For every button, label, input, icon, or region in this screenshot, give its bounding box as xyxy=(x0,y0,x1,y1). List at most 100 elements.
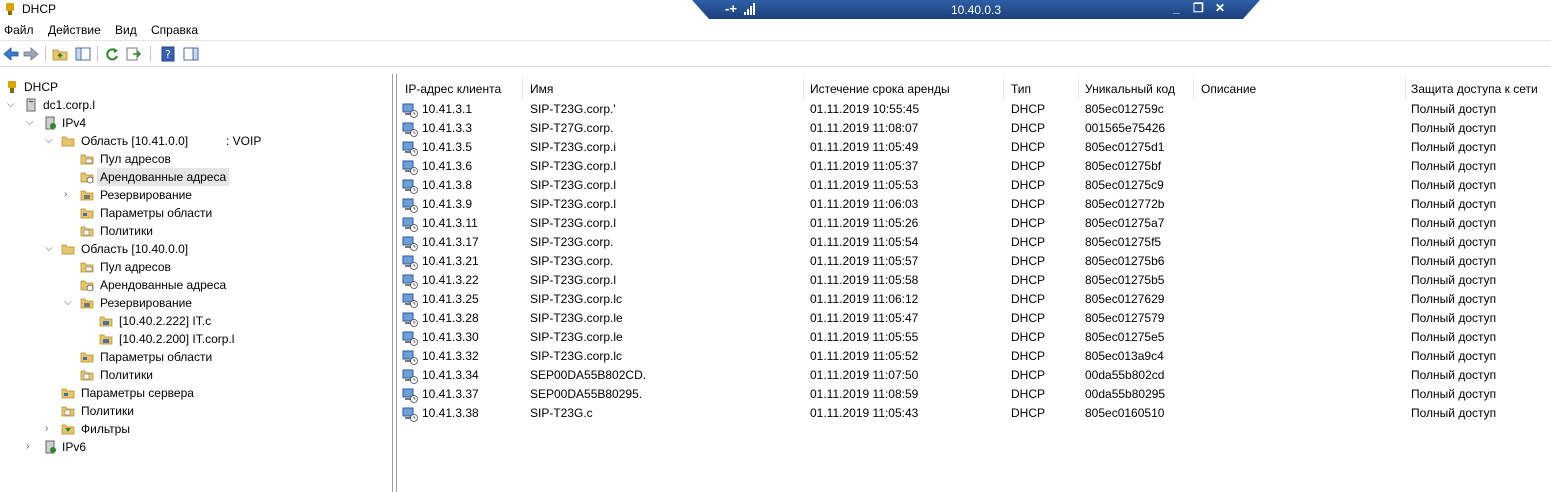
table-row[interactable]: 10.41.3.5 SIP-T23G.corp.i 01.11.2019 11:05… xyxy=(397,138,1551,157)
cell-type: DHCP xyxy=(1011,197,1046,211)
column-separator[interactable] xyxy=(803,78,804,100)
table-row[interactable]: 10.41.3.37 SEP00DA55B80295. 01.11.2019 11:… xyxy=(397,385,1551,404)
cell-ip: 10.41.3.25 xyxy=(422,292,479,306)
policies-icon xyxy=(61,406,75,417)
table-row[interactable]: 10.41.3.22 SIP-T23G.corp.l 01.11.2019 11:0… xyxy=(397,271,1551,290)
lease-computer-icon xyxy=(402,350,418,365)
console-tree-icon[interactable] xyxy=(74,45,92,63)
cell-ip: 10.41.3.3 xyxy=(422,121,473,135)
refresh-icon[interactable] xyxy=(103,45,121,63)
column-separator[interactable] xyxy=(1405,78,1406,100)
column-header-ip[interactable]: IP-адрес клиента xyxy=(405,80,501,98)
table-row[interactable]: 10.41.3.6 SIP-T23G.corp.l 01.11.2019 11:05… xyxy=(397,157,1551,176)
chevron-down-icon[interactable]: ⌵ xyxy=(45,240,55,258)
tree-label: Параметры области xyxy=(100,206,213,220)
cell-ip: 10.41.3.8 xyxy=(422,178,473,192)
lease-computer-icon xyxy=(402,217,418,232)
cell-uid: 805ec01275b5 xyxy=(1085,273,1165,287)
policies-icon xyxy=(80,226,94,237)
menu-help[interactable]: Справка xyxy=(151,23,198,37)
chevron-right-icon[interactable]: › xyxy=(64,186,74,204)
rdp-restore-button[interactable]: ❐ xyxy=(1193,1,1204,15)
lease-computer-icon xyxy=(402,388,418,403)
menu-view[interactable]: Вид xyxy=(115,23,137,37)
column-header-type[interactable]: Тип xyxy=(1011,80,1031,98)
chevron-down-icon[interactable]: ⌵ xyxy=(64,294,74,312)
table-row[interactable]: 10.41.3.21 SIP-T23G.corp. 01.11.2019 11:05… xyxy=(397,252,1551,271)
table-row[interactable]: 10.41.3.25 SIP-T23G.corp.lc 01.11.2019 11:… xyxy=(397,290,1551,309)
column-header-access[interactable]: Защита доступа к сети xyxy=(1411,80,1538,98)
tree-label: IPv4 xyxy=(62,116,87,130)
chevron-down-icon[interactable]: ⌵ xyxy=(26,114,36,132)
chevron-right-icon[interactable]: › xyxy=(26,438,36,456)
cell-name: SEP00DA55B802CD. xyxy=(530,368,647,382)
folder-up-icon[interactable] xyxy=(51,45,69,63)
column-separator[interactable] xyxy=(1078,78,1079,100)
cell-expiry: 01.11.2019 11:05:43 xyxy=(810,406,919,420)
cell-access: Полный доступ xyxy=(1411,102,1497,116)
table-row[interactable]: 10.41.3.34 SEP00DA55B802CD. 01.11.2019 11:… xyxy=(397,366,1551,385)
lease-computer-icon xyxy=(402,160,418,175)
cell-access: Полный доступ xyxy=(1411,216,1497,230)
lease-computer-icon xyxy=(402,293,418,308)
cell-ip: 10.41.3.22 xyxy=(422,273,479,287)
tree-label: Политики xyxy=(81,404,134,418)
column-header-uid[interactable]: Уникальный код xyxy=(1085,80,1175,98)
cell-name: SIP-T23G.corp.lc xyxy=(530,292,623,306)
cell-expiry: 01.11.2019 11:05:58 xyxy=(810,273,919,287)
table-row[interactable]: 10.41.3.3 SIP-T27G.corp. 01.11.2019 11:08:… xyxy=(397,119,1551,138)
column-header-description[interactable]: Описание xyxy=(1201,80,1256,98)
cell-ip: 10.41.3.9 xyxy=(422,197,473,211)
column-separator[interactable] xyxy=(522,78,523,100)
cell-access: Полный доступ xyxy=(1411,254,1497,268)
table-row[interactable]: 10.41.3.28 SIP-T23G.corp.le 01.11.2019 11:… xyxy=(397,309,1551,328)
table-row[interactable]: 10.41.3.1 SIP-T23G.corp.' 01.11.2019 10:55… xyxy=(397,100,1551,119)
help-icon[interactable]: ? xyxy=(159,45,177,63)
cell-uid: 001565e75426 xyxy=(1085,121,1166,135)
lease-computer-icon xyxy=(402,312,418,327)
arrow-right-icon[interactable] xyxy=(22,45,40,63)
chevron-down-icon[interactable]: ⌵ xyxy=(45,132,55,150)
action-pane-icon[interactable] xyxy=(182,45,200,63)
chevron-down-icon[interactable]: ⌵ xyxy=(7,96,17,114)
column-separator[interactable] xyxy=(1003,78,1004,100)
cell-type: DHCP xyxy=(1011,349,1046,363)
cell-type: DHCP xyxy=(1011,140,1046,154)
lease-computer-icon xyxy=(402,274,418,289)
lease-computer-icon xyxy=(402,141,418,156)
cell-access: Полный доступ xyxy=(1411,406,1497,420)
column-header-name[interactable]: Имя xyxy=(530,80,553,98)
menu-action[interactable]: Действие xyxy=(48,23,101,37)
chevron-right-icon[interactable]: › xyxy=(45,420,55,438)
lease-computer-icon xyxy=(402,103,418,118)
column-separator[interactable] xyxy=(1193,78,1194,100)
tree-label: Область [10.41.0.0] xyxy=(81,134,189,148)
cell-expiry: 01.11.2019 11:05:55 xyxy=(810,330,919,344)
address-leases-icon xyxy=(80,172,94,184)
cell-name: SIP-T23G.corp. xyxy=(530,235,614,249)
cell-access: Полный доступ xyxy=(1411,292,1497,306)
reservation-icon xyxy=(99,316,113,327)
table-row[interactable]: 10.41.3.32 SIP-T23G.corp.lc 01.11.2019 11:… xyxy=(397,347,1551,366)
table-row[interactable]: 10.41.3.38 SIP-T23G.c 01.11.2019 11:05:43 D… xyxy=(397,404,1551,423)
lease-computer-icon xyxy=(402,179,418,194)
export-list-icon[interactable] xyxy=(125,45,143,63)
scope-options-icon xyxy=(80,352,94,363)
menu-file[interactable]: Файл xyxy=(4,23,34,37)
cell-ip: 10.41.3.21 xyxy=(422,254,479,268)
cell-type: DHCP xyxy=(1011,368,1046,382)
table-row[interactable]: 10.41.3.9 SIP-T23G.corp.l 01.11.2019 11:06… xyxy=(397,195,1551,214)
cell-access: Полный доступ xyxy=(1411,330,1497,344)
folder-icon xyxy=(61,244,75,255)
column-header-expiry[interactable]: Истечение срока аренды xyxy=(810,80,950,98)
table-row[interactable]: 10.41.3.11 SIP-T23G.corp.l 01.11.2019 11:0… xyxy=(397,214,1551,233)
tree-label: Пул адресов xyxy=(100,260,171,274)
table-row[interactable]: 10.41.3.30 SIP-T23G.corp.le 01.11.2019 11:… xyxy=(397,328,1551,347)
rdp-close-button[interactable]: ✕ xyxy=(1215,1,1225,15)
cell-uid: 00da55b802cd xyxy=(1085,368,1165,382)
cell-access: Полный доступ xyxy=(1411,140,1497,154)
table-row[interactable]: 10.41.3.17 SIP-T23G.corp. 01.11.2019 11:05… xyxy=(397,233,1551,252)
rdp-minimize-button[interactable]: _ xyxy=(1173,1,1180,15)
table-row[interactable]: 10.41.3.8 SIP-T23G.corp.l 01.11.2019 11:05… xyxy=(397,176,1551,195)
arrow-left-icon[interactable] xyxy=(2,45,20,63)
